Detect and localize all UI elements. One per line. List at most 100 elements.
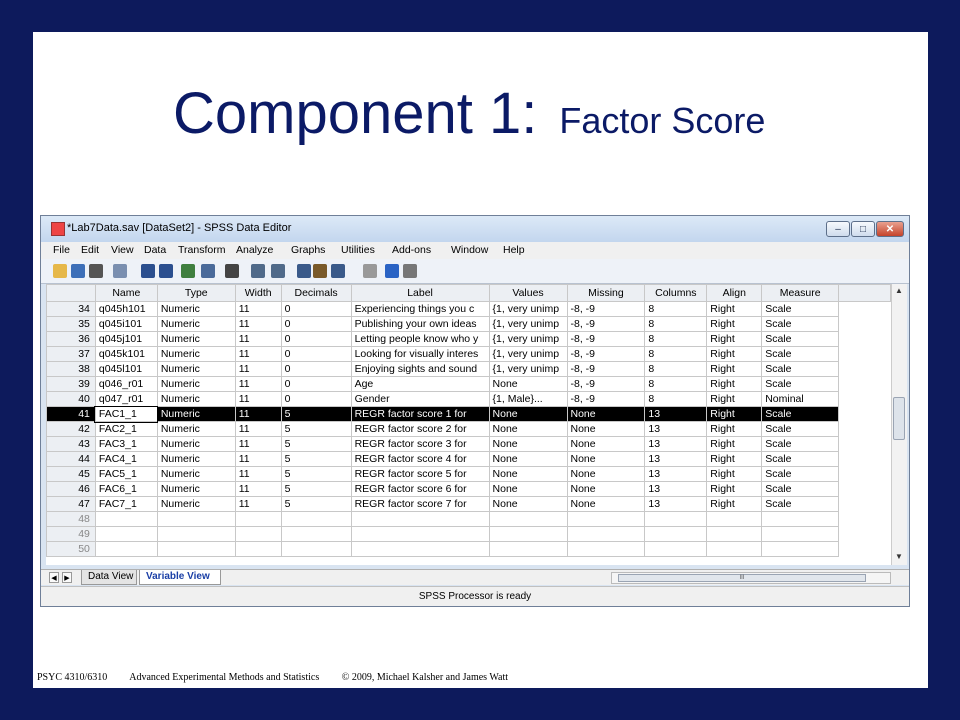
menu-view[interactable]: View: [111, 244, 134, 256]
cell-name[interactable]: FAC7_1: [94, 496, 158, 512]
cell-missing[interactable]: -8, -9: [566, 331, 646, 347]
cell-name[interactable]: FAC5_1: [94, 466, 158, 482]
cell-decimals[interactable]: 0: [280, 391, 352, 407]
cell-columns[interactable]: 8: [644, 391, 708, 407]
cell-missing[interactable]: -8, -9: [566, 346, 646, 362]
cell-type[interactable]: Numeric: [156, 466, 236, 482]
cell-label[interactable]: [350, 526, 490, 542]
cell-decimals[interactable]: 0: [280, 376, 352, 392]
goto-case-icon[interactable]: [181, 264, 195, 278]
variable-view-grid[interactable]: Name Type Width Decimals Label Values Missing C…: [46, 284, 891, 565]
variables-icon[interactable]: [201, 264, 215, 278]
cell-values[interactable]: {1, very unimp: [488, 361, 568, 377]
cell-name[interactable]: q045h101: [94, 301, 158, 317]
cell-decimals[interactable]: 5: [280, 481, 352, 497]
save-icon[interactable]: [71, 264, 85, 278]
cell-width[interactable]: [234, 526, 282, 542]
cell-columns[interactable]: 8: [644, 301, 708, 317]
cell-width[interactable]: 11: [234, 346, 282, 362]
cell-columns[interactable]: 13: [644, 481, 708, 497]
cell-missing[interactable]: None: [566, 421, 646, 437]
cell-columns[interactable]: 13: [644, 436, 708, 452]
cell-missing[interactable]: -8, -9: [566, 376, 646, 392]
maximize-button[interactable]: □: [851, 221, 875, 237]
cell-values[interactable]: [488, 526, 568, 542]
row-number[interactable]: 47: [46, 496, 96, 512]
cell-width[interactable]: 11: [234, 436, 282, 452]
table-row[interactable]: 35 q045i101 Numeric 11 0 Publishing your own …: [46, 316, 891, 332]
row-number[interactable]: 49: [46, 526, 96, 542]
cell-align[interactable]: [706, 526, 763, 542]
split-file-icon[interactable]: [297, 264, 311, 278]
row-number[interactable]: 34: [46, 301, 96, 317]
cell-align[interactable]: Right: [706, 496, 763, 512]
redo-icon[interactable]: [159, 264, 173, 278]
show-all-icon[interactable]: [403, 264, 417, 278]
table-row[interactable]: 34 q045h101 Numeric 11 0 Experiencing things …: [46, 301, 891, 317]
cell-missing[interactable]: None: [566, 406, 646, 422]
cell-align[interactable]: [706, 541, 763, 557]
table-row[interactable]: 46 FAC6_1 Numeric 11 5 REGR factor score 6 fo…: [46, 481, 891, 497]
cell-label[interactable]: Age: [350, 376, 490, 392]
cell-align[interactable]: Right: [706, 391, 763, 407]
cell-measure[interactable]: Scale: [761, 316, 840, 332]
cell-name[interactable]: q046_r01: [94, 376, 158, 392]
cell-measure[interactable]: Scale: [761, 346, 840, 362]
table-row[interactable]: 36 q045j101 Numeric 11 0 Letting people know …: [46, 331, 891, 347]
tab-data-view[interactable]: Data View: [81, 570, 137, 585]
open-icon[interactable]: [53, 264, 67, 278]
row-number[interactable]: 41: [46, 406, 96, 422]
cell-width[interactable]: 11: [234, 496, 282, 512]
cell-label[interactable]: Experiencing things you c: [350, 301, 490, 317]
cell-align[interactable]: Right: [706, 316, 763, 332]
cell-columns[interactable]: 8: [644, 376, 708, 392]
cell-decimals[interactable]: 0: [280, 316, 352, 332]
cell-align[interactable]: [706, 511, 763, 527]
column-header-values[interactable]: Values: [488, 284, 568, 302]
cell-name[interactable]: [94, 541, 158, 557]
cell-name[interactable]: FAC6_1: [94, 481, 158, 497]
cell-values[interactable]: {1, very unimp: [488, 316, 568, 332]
row-number[interactable]: 44: [46, 451, 96, 467]
column-header-decimals[interactable]: Decimals: [280, 284, 352, 302]
cell-decimals[interactable]: 0: [280, 301, 352, 317]
cell-name[interactable]: FAC1_1: [94, 405, 159, 423]
cell-measure[interactable]: Scale: [761, 436, 840, 452]
cell-decimals[interactable]: [280, 511, 352, 527]
cell-missing[interactable]: -8, -9: [566, 391, 646, 407]
cell-missing[interactable]: None: [566, 451, 646, 467]
cell-measure[interactable]: Scale: [761, 496, 840, 512]
column-header-missing[interactable]: Missing: [566, 284, 646, 302]
cell-measure[interactable]: Scale: [761, 331, 840, 347]
cell-width[interactable]: [234, 541, 282, 557]
tab-variable-view[interactable]: Variable View: [139, 570, 221, 585]
cell-measure[interactable]: [761, 511, 840, 527]
tab-prev-arrow-icon[interactable]: ◀: [49, 572, 59, 583]
cell-decimals[interactable]: [280, 541, 352, 557]
cell-align[interactable]: Right: [706, 421, 763, 437]
cell-columns[interactable]: [644, 541, 708, 557]
cell-type[interactable]: Numeric: [156, 301, 236, 317]
cell-name[interactable]: FAC4_1: [94, 451, 158, 467]
insert-variable-icon[interactable]: [271, 264, 285, 278]
table-row[interactable]: 43 FAC3_1 Numeric 11 5 REGR factor score 3 fo…: [46, 436, 891, 452]
table-row[interactable]: 38 q045l101 Numeric 11 0 Enjoying sights and …: [46, 361, 891, 377]
value-labels-icon[interactable]: [363, 264, 377, 278]
cell-values[interactable]: None: [488, 481, 568, 497]
cell-missing[interactable]: [566, 541, 646, 557]
cell-decimals[interactable]: 5: [280, 466, 352, 482]
minimize-button[interactable]: –: [826, 221, 850, 237]
cell-label[interactable]: REGR factor score 5 for: [350, 466, 490, 482]
cell-name[interactable]: q047_r01: [94, 391, 158, 407]
cell-type[interactable]: Numeric: [156, 376, 236, 392]
row-number[interactable]: 37: [46, 346, 96, 362]
cell-missing[interactable]: -8, -9: [566, 301, 646, 317]
cell-width[interactable]: [234, 511, 282, 527]
row-number[interactable]: 50: [46, 541, 96, 557]
table-row[interactable]: 41 FAC1_1 Numeric 11 5 REGR factor score 1 fo…: [46, 405, 891, 423]
menu-window[interactable]: Window: [451, 244, 488, 256]
cell-width[interactable]: 11: [234, 391, 282, 407]
cell-measure[interactable]: Nominal: [761, 391, 840, 407]
table-row[interactable]: 37 q045k101 Numeric 11 0 Looking for visually…: [46, 346, 891, 362]
cell-align[interactable]: Right: [706, 361, 763, 377]
